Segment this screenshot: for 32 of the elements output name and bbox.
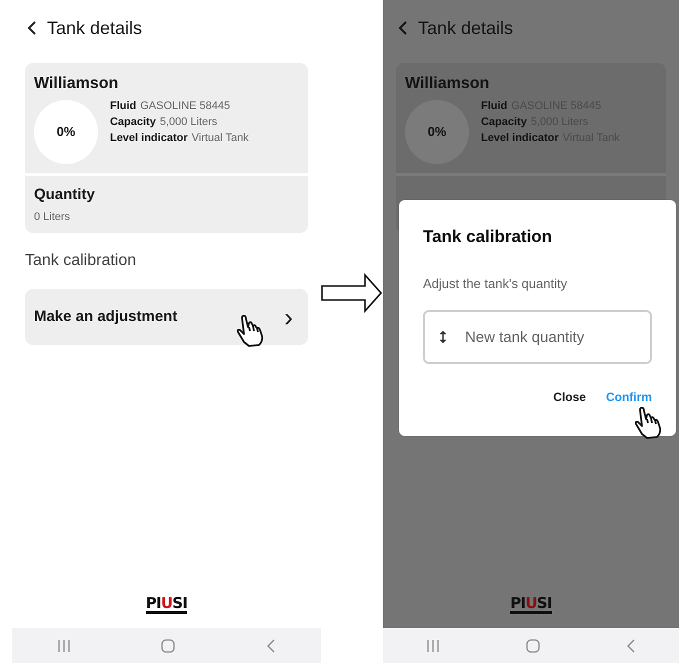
quantity-value: 0 Liters	[34, 210, 72, 224]
detail-label: Fluid	[110, 99, 136, 114]
recent-apps-icon[interactable]	[426, 640, 440, 652]
detail-label: Level indicator	[480, 131, 559, 146]
detail-label: Fluid	[480, 99, 508, 114]
section-heading: Tank calibration	[24, 251, 138, 271]
back-icon[interactable]	[266, 638, 276, 652]
page-title: Tank details	[418, 16, 514, 40]
recent-apps-icon[interactable]	[57, 640, 72, 652]
level-gauge: 0%	[34, 100, 98, 164]
detail-label: Level indicator	[110, 131, 188, 146]
quantity-label: Quantity	[34, 185, 96, 205]
detail-label: Capacity	[480, 115, 527, 130]
detail-label: Capacity	[110, 115, 156, 130]
dialog-title: Tank calibration	[422, 226, 554, 248]
level-gauge: 0%	[404, 100, 469, 164]
quantity-input[interactable]: New tank quantity	[422, 310, 652, 364]
back-icon[interactable]	[626, 638, 636, 652]
adjustment-button[interactable]: Make an adjustment ›	[24, 289, 308, 345]
home-icon[interactable]	[161, 638, 176, 652]
dialog-button[interactable]: Close	[553, 388, 586, 406]
home-icon[interactable]	[526, 638, 540, 652]
brand-logo: PIUSI	[510, 595, 552, 614]
tank-name: Williamson	[34, 74, 120, 94]
brand-logo: PIUSI	[146, 595, 188, 614]
tank-name: Williamson	[404, 74, 490, 94]
detail-value: GASOLINE 58445	[140, 99, 230, 114]
page-title: Tank details	[46, 16, 142, 40]
up-down-arrow-icon	[438, 330, 447, 344]
detail-value: Virtual Tank	[192, 131, 249, 146]
dialog-subtitle: Adjust the tank's quantity	[422, 274, 568, 293]
detail-value: 5,000 Liters	[160, 115, 218, 130]
